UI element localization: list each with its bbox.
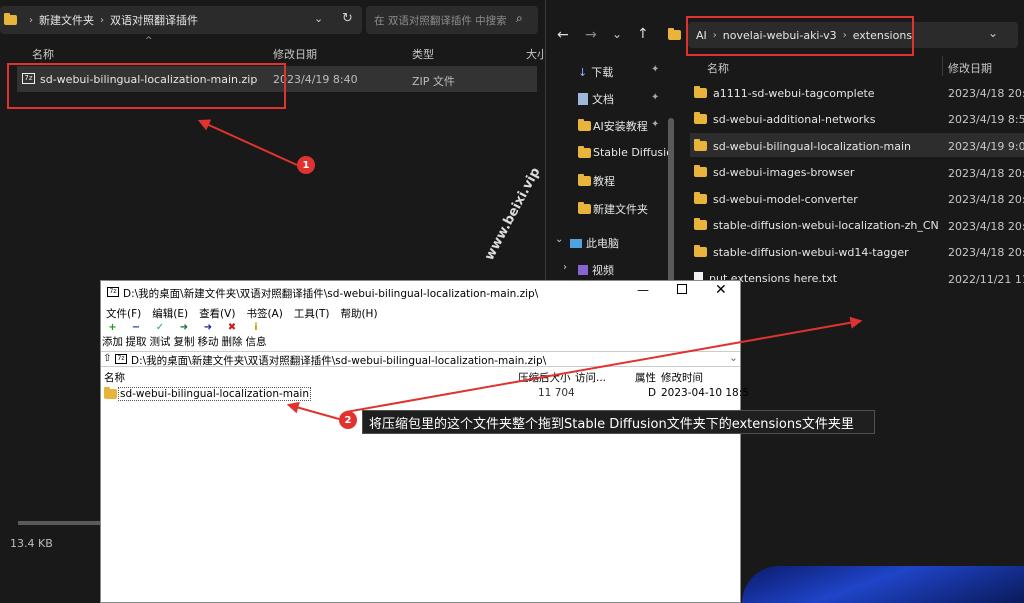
arrow-to-extensions-folder bbox=[345, 316, 863, 413]
step-badge-2: 2 bbox=[339, 411, 357, 429]
step-badge-1: 1 bbox=[297, 156, 315, 174]
annotation-arrows bbox=[197, 119, 863, 420]
arrow-to-zip-file bbox=[197, 119, 298, 166]
instruction-tooltip: 将压缩包里的这个文件夹整个拖到Stable Diffusion文件夹下的exte… bbox=[362, 410, 875, 434]
arrow-to-archive-folder bbox=[286, 401, 340, 420]
